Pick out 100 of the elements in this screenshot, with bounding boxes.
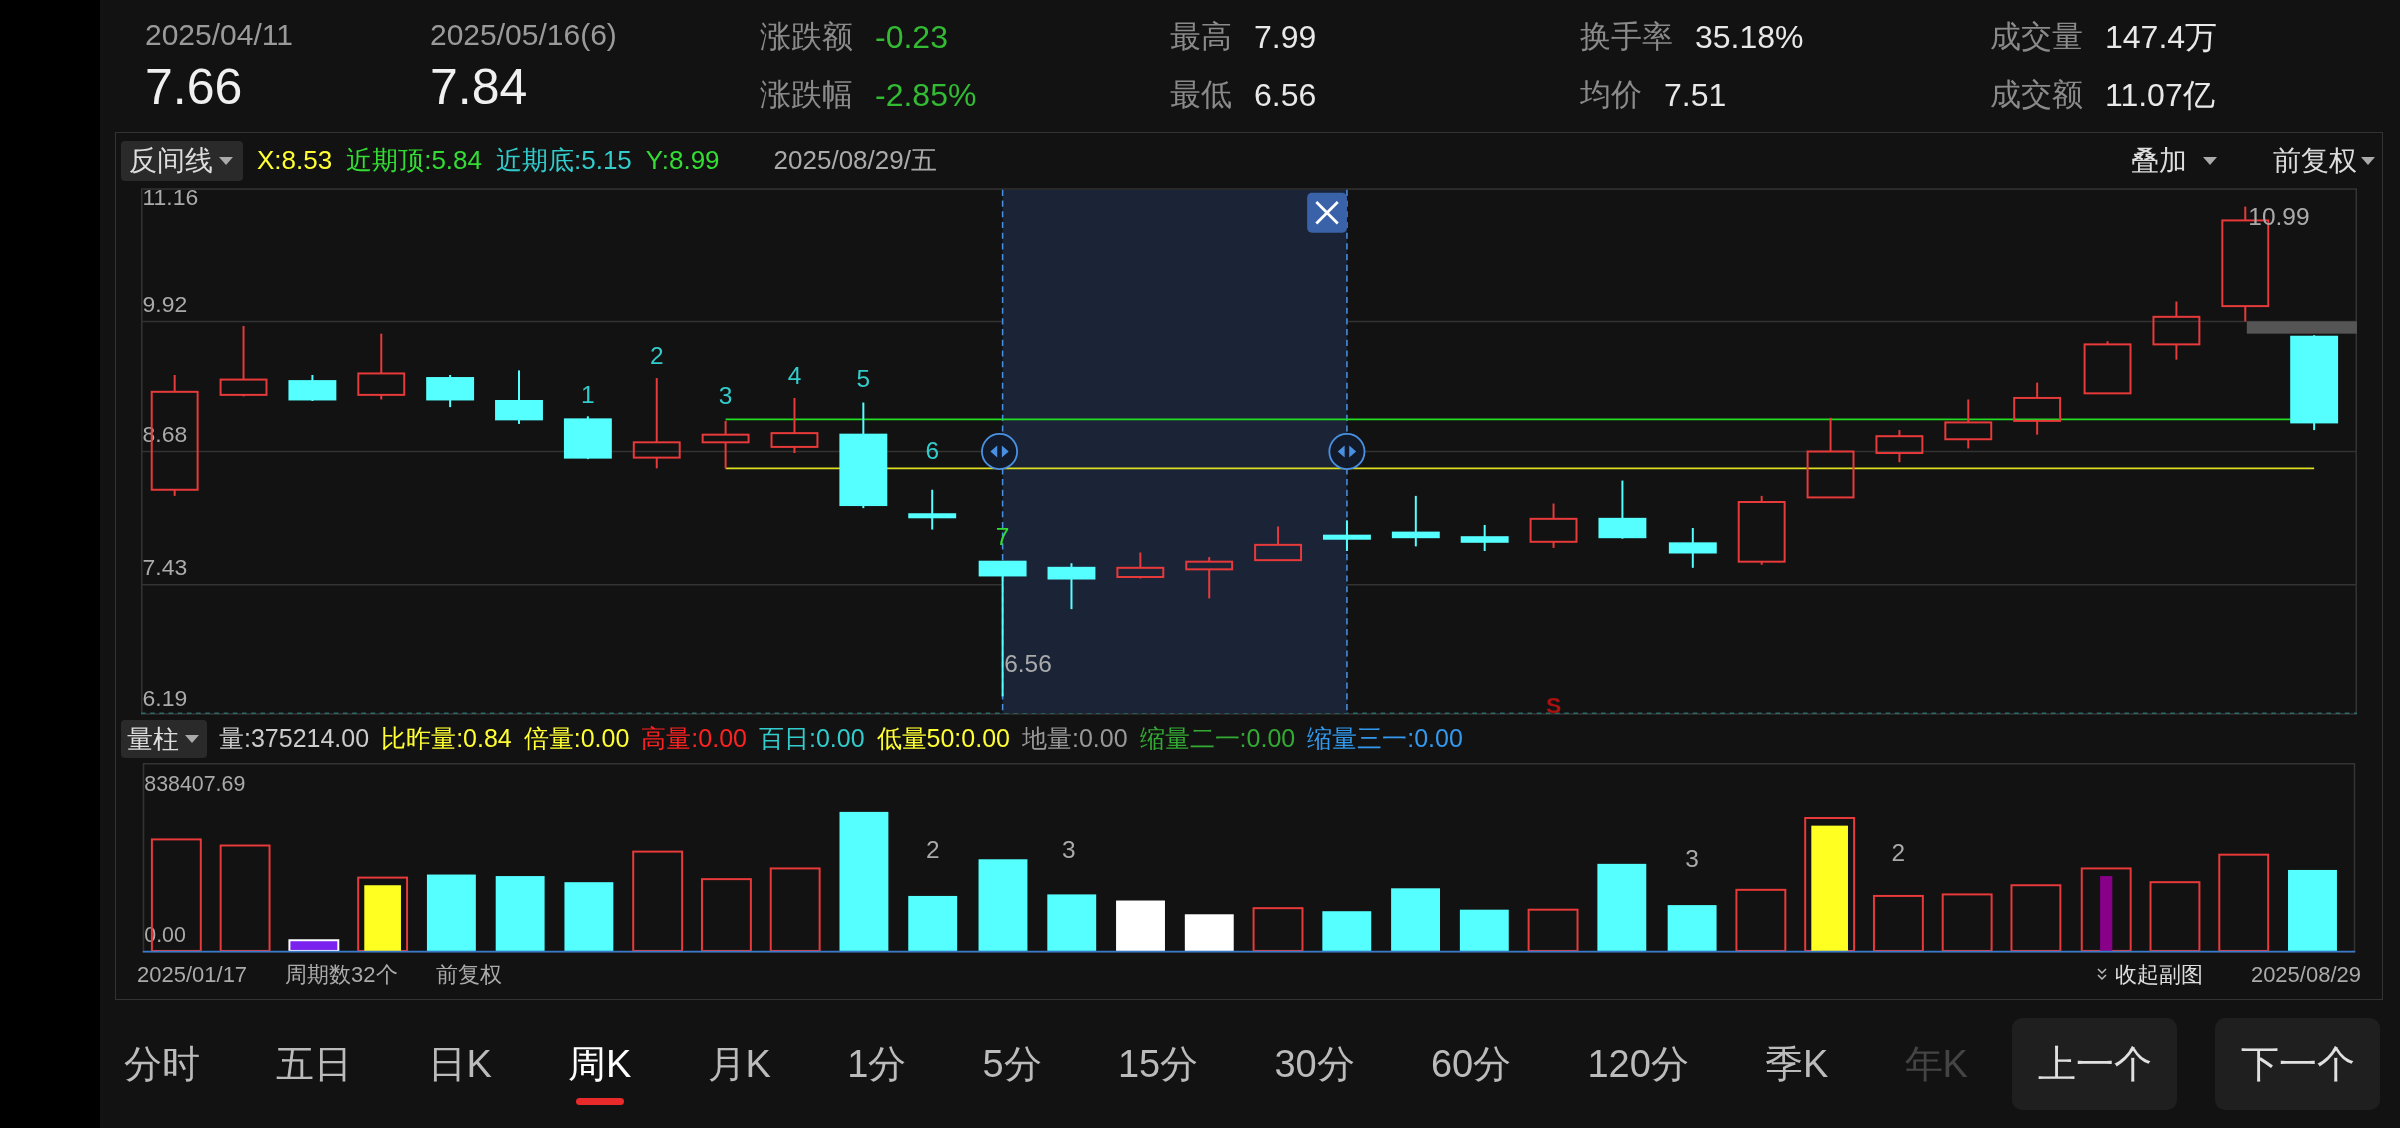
volume-bar [1667, 905, 1717, 951]
indicator-dropdown[interactable]: 反间线 [121, 140, 243, 181]
stat-value: 11.07亿 [2105, 76, 2215, 115]
quote-price: 7.66 [145, 58, 244, 117]
start-date: 2025/01/17 [137, 960, 248, 989]
candlestick [1598, 479, 1647, 540]
candlestick [357, 332, 406, 401]
volume-bar [1872, 894, 1924, 952]
axis-label: 9.92 [142, 291, 188, 318]
axis-label: 6.19 [142, 684, 188, 711]
volume-bar [1735, 888, 1787, 952]
volume-bar [288, 939, 340, 952]
quote-price: 7.84 [430, 58, 529, 117]
indicator-readout: 缩量三一:0.00 [1307, 723, 1463, 755]
stat-value: 7.99 [1254, 18, 1317, 57]
stat-value: 35.18% [1695, 18, 1804, 57]
indicator-readout: X:8.53 [257, 144, 333, 177]
nav-button[interactable]: 上一个 [2012, 1018, 2177, 1110]
period-tab[interactable]: 日K [424, 1019, 496, 1109]
indicator-readout: 低量50:0.00 [876, 723, 1010, 755]
candlestick [563, 415, 612, 461]
volume-bar [1527, 908, 1579, 952]
stat-label: 均价 [1580, 75, 1642, 114]
candlestick [1185, 556, 1234, 600]
axis-label: 7.43 [142, 554, 188, 581]
indicator-readout: 近期底:5.15 [496, 144, 632, 177]
drag-handle[interactable] [981, 432, 1019, 471]
stat-value: 147.4万 [2105, 18, 2218, 57]
caret-icon [217, 154, 235, 167]
volume-bar [564, 882, 614, 951]
collapse-button[interactable]: 收起副图 [2094, 957, 2203, 991]
period-tab[interactable]: 周K [564, 1019, 636, 1109]
candlestick [1116, 551, 1165, 580]
stat-label: 成交额 [1990, 75, 2083, 114]
wave-label: 5 [856, 365, 871, 393]
volume-bar [1184, 914, 1234, 951]
stat-label: 最低 [1170, 75, 1232, 114]
close-button[interactable] [1307, 192, 1347, 233]
caret-icon [2201, 154, 2219, 167]
candlestick [288, 374, 337, 402]
period-tab[interactable]: 5分 [978, 1019, 1046, 1109]
period-tab[interactable]: 月K [703, 1019, 775, 1109]
candlestick [426, 374, 475, 409]
bar-label: 3 [1061, 835, 1076, 863]
candlestick [2013, 381, 2062, 436]
candlestick [1460, 523, 1509, 552]
period-tab[interactable]: 季K [1761, 1019, 1833, 1109]
volume-bar [908, 895, 958, 951]
indicator-dropdown[interactable]: 量柱 [121, 720, 207, 758]
indicator-readout: 高量:0.00 [641, 723, 747, 755]
period-tab[interactable]: 60分 [1426, 1019, 1516, 1109]
candlestick [1391, 494, 1440, 548]
quote-date: 2025/04/11 [145, 17, 294, 53]
wave-label: 7 [995, 522, 1010, 550]
stat-value: -0.23 [875, 18, 948, 57]
candlestick [2152, 300, 2201, 361]
period-tab[interactable]: 五日 [272, 1019, 357, 1109]
adjust-label: 前复权 [435, 960, 502, 989]
indicator-readout: 近期顶:5.84 [346, 144, 482, 177]
period-tab[interactable]: 120分 [1583, 1019, 1693, 1109]
drag-handle[interactable] [1328, 432, 1366, 471]
indicator-readout: Y:8.99 [645, 144, 720, 177]
candlestick [701, 419, 750, 470]
indicator-readout: 百日:0.00 [758, 723, 865, 755]
adjust-dropdown[interactable]: 前复权 [2273, 139, 2377, 182]
candlestick [1047, 562, 1096, 611]
volume-bar [1459, 909, 1509, 951]
quote-date: 2025/05/16(6) [430, 17, 618, 53]
bar-label: 2 [925, 835, 940, 863]
candlestick [2083, 340, 2132, 395]
bar-label: 3 [1685, 844, 1699, 872]
period-tab[interactable]: 分时 [120, 1019, 204, 1109]
volume-bar [1322, 911, 1372, 951]
candlestick [1875, 429, 1924, 464]
volume-bar [1252, 907, 1304, 952]
candlestick [1254, 525, 1303, 562]
wave-label: 3 [718, 382, 733, 410]
stat-value: -2.85% [875, 76, 977, 115]
candlestick [908, 488, 957, 531]
indicator-readout: 倍量:0.00 [523, 723, 630, 755]
caret-icon [183, 733, 201, 745]
candlestick [1323, 519, 1371, 552]
candlestick [1737, 494, 1786, 566]
overlay-dropdown[interactable]: 叠加 [2131, 139, 2219, 182]
stat-label: 涨跌额 [760, 17, 853, 56]
stat-value: 7.51 [1664, 76, 1727, 115]
candlestick [495, 369, 543, 425]
volume-bar [2010, 884, 2062, 952]
nav-button[interactable]: 下一个 [2215, 1018, 2380, 1110]
indicator-readout: 地量:0.00 [1022, 723, 1128, 755]
axis-label: 11.16 [142, 188, 199, 211]
wave-label: 4 [787, 362, 802, 390]
volume-bar [1391, 888, 1440, 951]
period-tab[interactable]: 1分 [843, 1019, 911, 1109]
axis-label: 838407.69 [144, 771, 246, 796]
indicator-readout: 比昨量:0.84 [381, 723, 512, 755]
period-tab[interactable]: 30分 [1270, 1019, 1359, 1109]
period-tab[interactable]: 15分 [1113, 1019, 1203, 1109]
volume-bar [2149, 881, 2201, 952]
volume-bar [1047, 894, 1097, 951]
